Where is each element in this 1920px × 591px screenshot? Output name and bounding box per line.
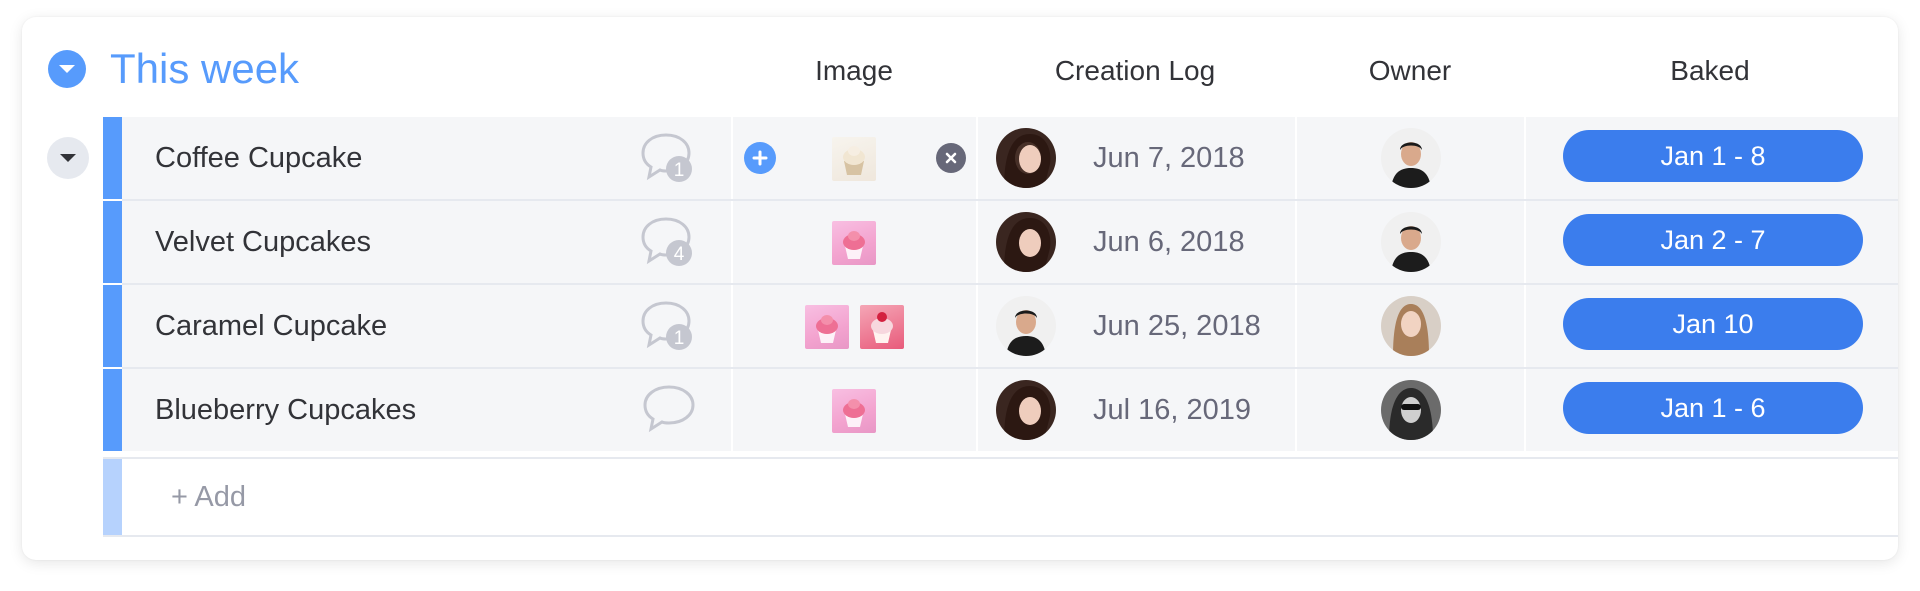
baked-timeline-pill[interactable]: Jan 10 <box>1563 298 1863 350</box>
comment-speech-bubble-icon[interactable]: 1 <box>639 299 697 353</box>
creation-date: Jun 25, 2018 <box>1093 309 1261 342</box>
row-color-bar <box>103 201 122 283</box>
svg-text:1: 1 <box>674 328 685 349</box>
creator-avatar[interactable] <box>996 380 1056 440</box>
row-color-bar <box>103 117 122 199</box>
creator-avatar[interactable] <box>996 128 1056 188</box>
column-header-baked[interactable]: Baked <box>1650 54 1770 88</box>
creation-date: Jun 7, 2018 <box>1093 141 1245 174</box>
column-divider <box>731 201 733 283</box>
item-name[interactable]: Caramel Cupcake <box>155 285 387 367</box>
column-divider <box>976 369 978 451</box>
column-header-creation-log[interactable]: Creation Log <box>1020 54 1250 88</box>
add-file-plus-icon[interactable] <box>744 142 776 174</box>
table-row[interactable]: Caramel Cupcake 1 Jun 25, 2018 Jan 10 <box>103 285 1898 367</box>
column-divider <box>1524 369 1526 451</box>
add-item-input[interactable]: + Add <box>171 459 246 535</box>
file-thumbnail[interactable] <box>832 221 876 265</box>
item-name[interactable]: Blueberry Cupcakes <box>155 369 416 451</box>
column-divider <box>1524 117 1526 199</box>
comment-speech-bubble-icon[interactable]: 1 <box>639 131 697 185</box>
baked-timeline-pill[interactable]: Jan 1 - 6 <box>1563 382 1863 434</box>
column-header-image[interactable]: Image <box>794 54 914 88</box>
item-name[interactable]: Velvet Cupcakes <box>155 201 371 283</box>
creation-date: Jun 6, 2018 <box>1093 225 1245 258</box>
column-header-owner[interactable]: Owner <box>1350 54 1470 88</box>
file-thumbnail[interactable] <box>832 389 876 433</box>
creator-avatar[interactable] <box>996 296 1056 356</box>
table-row[interactable]: Blueberry Cupcakes Jul 16, 2019 Jan 1 - … <box>103 369 1898 451</box>
row-color-bar <box>103 285 122 367</box>
file-thumbnail[interactable] <box>832 137 876 181</box>
column-divider <box>1295 117 1297 199</box>
column-divider <box>1524 285 1526 367</box>
group-collapse-chevron-down-icon[interactable] <box>48 50 86 88</box>
comment-speech-bubble-icon[interactable] <box>639 383 697 437</box>
owner-avatar[interactable] <box>1381 380 1441 440</box>
column-divider <box>1295 285 1297 367</box>
column-divider <box>731 117 733 199</box>
column-divider <box>976 201 978 283</box>
owner-avatar[interactable] <box>1381 296 1441 356</box>
creator-avatar[interactable] <box>996 212 1056 272</box>
table-row[interactable]: Velvet Cupcakes 4 Jun 6, 2018 Jan 2 - 7 <box>103 201 1898 283</box>
svg-text:1: 1 <box>674 160 685 181</box>
column-divider <box>731 285 733 367</box>
svg-text:4: 4 <box>674 244 685 265</box>
column-divider <box>731 369 733 451</box>
column-divider <box>1295 201 1297 283</box>
table-row[interactable]: Coffee Cupcake 1 Jun 7, 2018 Jan 1 - 8 <box>103 117 1898 199</box>
comment-speech-bubble-icon[interactable]: 4 <box>639 215 697 269</box>
owner-avatar[interactable] <box>1381 128 1441 188</box>
column-divider <box>976 285 978 367</box>
column-divider <box>976 117 978 199</box>
row-expand-chevron-down-icon[interactable] <box>47 137 89 179</box>
baked-timeline-pill[interactable]: Jan 2 - 7 <box>1563 214 1863 266</box>
row-color-bar <box>103 369 122 451</box>
item-name[interactable]: Coffee Cupcake <box>155 117 362 199</box>
owner-avatar[interactable] <box>1381 212 1441 272</box>
row-color-bar <box>103 459 122 535</box>
file-thumbnail[interactable] <box>860 305 904 349</box>
file-thumbnail[interactable] <box>805 305 849 349</box>
column-divider <box>1295 369 1297 451</box>
remove-file-close-icon[interactable] <box>936 143 966 173</box>
add-item-row[interactable]: + Add <box>103 457 1898 537</box>
creation-date: Jul 16, 2019 <box>1093 393 1252 426</box>
column-divider <box>1524 201 1526 283</box>
group-title[interactable]: This week <box>110 44 299 94</box>
baked-timeline-pill[interactable]: Jan 1 - 8 <box>1563 130 1863 182</box>
